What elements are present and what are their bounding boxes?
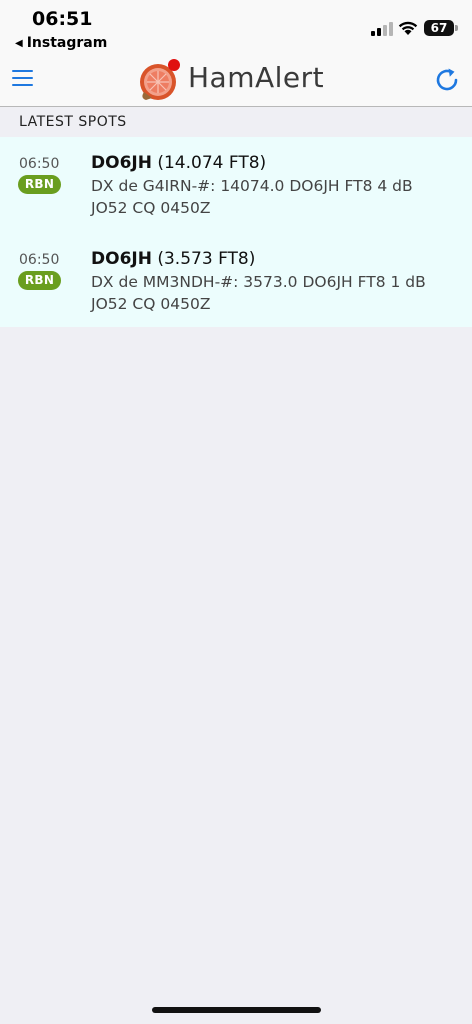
battery-icon: 67	[424, 20, 454, 36]
spot-detail: DX de G4IRN-#: 14074.0 DO6JH FT8 4 dB	[91, 177, 413, 195]
app-header: HamAlert	[0, 56, 472, 107]
spot-title: DO6JH (14.074 FT8)	[91, 153, 266, 173]
home-indicator[interactable]	[152, 1007, 321, 1013]
source-badge: RBN	[18, 271, 61, 290]
wifi-icon	[398, 21, 418, 35]
list-item[interactable]: 06:50 RBN DO6JH (3.573 FT8) DX de MM3NDH…	[0, 233, 472, 323]
section-header: LATEST SPOTS	[0, 107, 472, 137]
brand-title: HamAlert	[188, 61, 325, 94]
spot-freq-mode: (3.573 FT8)	[157, 249, 256, 269]
spot-time: 06:50	[19, 156, 60, 172]
back-triangle-icon: ◀	[15, 37, 23, 49]
menu-icon[interactable]	[12, 70, 34, 90]
back-app-label: Instagram	[26, 35, 108, 51]
cellular-signal-icon	[371, 22, 393, 36]
status-time: 06:51	[32, 8, 93, 30]
spot-detail: DX de MM3NDH-#: 3573.0 DO6JH FT8 1 dB	[91, 273, 426, 291]
hamalert-logo-icon	[140, 59, 180, 100]
status-bar: 06:51 ◀ Instagram 67	[0, 0, 472, 56]
spot-time: 06:50	[19, 252, 60, 268]
refresh-icon[interactable]	[434, 66, 462, 94]
source-badge: RBN	[18, 175, 61, 194]
spot-freq-mode: (14.074 FT8)	[157, 153, 267, 173]
spot-info: JO52 CQ 0450Z	[91, 295, 211, 313]
spot-title: DO6JH (3.573 FT8)	[91, 249, 255, 269]
battery-nub	[455, 25, 458, 31]
spot-callsign: DO6JH	[91, 153, 152, 173]
section-title: LATEST SPOTS	[19, 114, 127, 130]
spots-list: 06:50 RBN DO6JH (14.074 FT8) DX de G4IRN…	[0, 137, 472, 327]
spot-info: JO52 CQ 0450Z	[91, 199, 211, 217]
list-item[interactable]: 06:50 RBN DO6JH (14.074 FT8) DX de G4IRN…	[0, 137, 472, 227]
back-to-app-link[interactable]: ◀ Instagram	[15, 35, 107, 51]
spot-callsign: DO6JH	[91, 249, 152, 269]
